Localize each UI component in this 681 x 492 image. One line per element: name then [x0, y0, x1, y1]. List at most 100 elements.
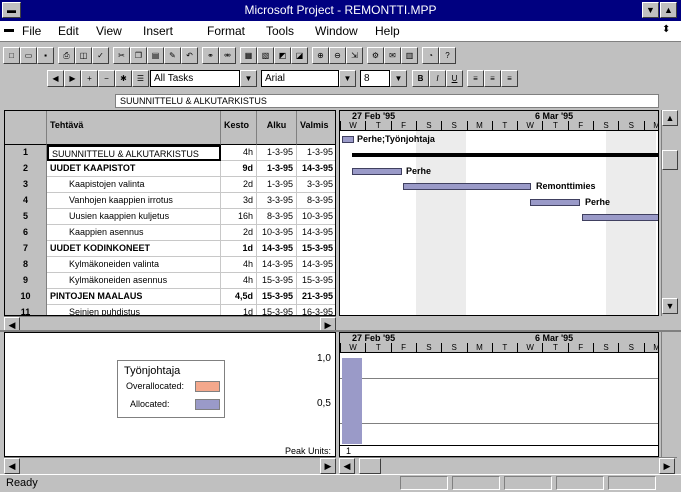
- format-painter-icon[interactable]: ✎: [164, 47, 181, 64]
- summary-bar-2[interactable]: [352, 153, 658, 157]
- scroll-right-icon[interactable]: ▶: [320, 458, 336, 474]
- finish-cell[interactable]: 1-3-95: [297, 145, 335, 161]
- table-row[interactable]: 4 Vanhojen kaappien irrotus 3d 3-3-95 8-3-95: [5, 193, 335, 209]
- start-cell[interactable]: 15-3-95: [257, 273, 297, 289]
- notes-icon[interactable]: ▧: [257, 47, 274, 64]
- menu-view[interactable]: View: [96, 24, 122, 38]
- finish-cell[interactable]: 21-3-95: [297, 289, 335, 305]
- undo-icon[interactable]: ↶: [181, 47, 198, 64]
- zoom-out-icon[interactable]: ⊖: [329, 47, 346, 64]
- align-right-icon[interactable]: ≡: [501, 70, 518, 87]
- duration-cell[interactable]: 4h: [221, 145, 257, 161]
- gantt-vertical-scrollbar[interactable]: ▲ ▼: [661, 110, 678, 316]
- outdent-icon[interactable]: ◀: [47, 70, 64, 87]
- row-number[interactable]: 9: [5, 273, 47, 289]
- resource-histogram[interactable]: 27 Feb '95 6 Mar '95 WTFSSMTWTFSSM 1: [339, 332, 659, 457]
- filter-select[interactable]: All Tasks: [150, 70, 240, 87]
- col-header-duration[interactable]: Kesto: [221, 111, 257, 145]
- finish-cell[interactable]: 15-3-95: [297, 241, 335, 257]
- maximize-icon[interactable]: ▲: [660, 2, 677, 18]
- start-cell[interactable]: 1-3-95: [257, 145, 297, 161]
- save-icon[interactable]: ▪: [37, 47, 54, 64]
- duration-cell[interactable]: 1d: [221, 241, 257, 257]
- gantt-bar-6[interactable]: [582, 214, 658, 221]
- task-name-cell[interactable]: PINTOJEN MAALAUS: [47, 289, 221, 305]
- start-cell[interactable]: 15-3-95: [257, 305, 297, 315]
- font-size-select[interactable]: 8: [360, 70, 390, 87]
- gantt-bar-1[interactable]: [342, 136, 354, 143]
- table-row[interactable]: 9 Kylmäkoneiden asennus 4h 15-3-95 15-3-95: [5, 273, 335, 289]
- filter-dropdown-icon[interactable]: ▼: [240, 70, 257, 87]
- row-number[interactable]: 4: [5, 193, 47, 209]
- row-number[interactable]: 7: [5, 241, 47, 257]
- doc-control-icon[interactable]: ▬: [4, 24, 14, 35]
- menu-window[interactable]: Window: [315, 24, 358, 38]
- task-name-cell[interactable]: Uusien kaappien kuljetus: [47, 209, 221, 225]
- duration-cell[interactable]: 1d: [221, 305, 257, 315]
- link-icon[interactable]: ⚭: [202, 47, 219, 64]
- paste-icon[interactable]: ▤: [147, 47, 164, 64]
- finish-cell[interactable]: 14-3-95: [297, 225, 335, 241]
- histogram-horizontal-scrollbar[interactable]: ◀ ▶: [339, 457, 677, 474]
- gantt-bar-5[interactable]: [530, 199, 580, 206]
- col-header-finish[interactable]: Valmis: [297, 111, 335, 145]
- task-name-cell[interactable]: Vanhojen kaappien irrotus: [47, 193, 221, 209]
- table-row[interactable]: 6 Kaappien asennus 2d 10-3-95 14-3-95: [5, 225, 335, 241]
- scroll-right-icon[interactable]: ▶: [659, 458, 675, 474]
- split-icon[interactable]: ◩: [274, 47, 291, 64]
- row-number[interactable]: 6: [5, 225, 47, 241]
- table-row[interactable]: 2 UUDET KAAPISTOT 9d 1-3-95 14-3-95: [5, 161, 335, 177]
- menu-file[interactable]: File: [22, 24, 41, 38]
- gantt-bar-4[interactable]: [403, 183, 531, 190]
- outline-icon[interactable]: ☰: [132, 70, 149, 87]
- table-row[interactable]: 5 Uusien kaappien kuljetus 16h 8-3-95 10-3-9…: [5, 209, 335, 225]
- row-number[interactable]: 11: [5, 305, 47, 315]
- hide-subtasks-icon[interactable]: −: [98, 70, 115, 87]
- scroll-thumb[interactable]: [662, 150, 678, 170]
- scroll-down-icon[interactable]: ▼: [662, 298, 678, 314]
- goto-task-icon[interactable]: ⇲: [346, 47, 363, 64]
- gantt-bar-3[interactable]: [352, 168, 402, 175]
- menu-format[interactable]: Format: [207, 24, 245, 38]
- duration-cell[interactable]: 9d: [221, 161, 257, 177]
- gantt-wizard-icon[interactable]: ⚙: [367, 47, 384, 64]
- finish-cell[interactable]: 15-3-95: [297, 273, 335, 289]
- lower-left-scrollbar[interactable]: ◀ ▶: [4, 457, 336, 474]
- cut-icon[interactable]: ✂: [113, 47, 130, 64]
- font-select[interactable]: Arial: [261, 70, 339, 87]
- row-number[interactable]: 1: [5, 145, 47, 161]
- tip-wizard-icon[interactable]: ◔: [422, 47, 439, 64]
- table-row[interactable]: 11 Seinien puhdistus 1d 15-3-95 16-3-95: [5, 305, 335, 315]
- finish-cell[interactable]: 8-3-95: [297, 193, 335, 209]
- print-icon[interactable]: ⎙: [58, 47, 75, 64]
- show-subtasks-icon[interactable]: +: [81, 70, 98, 87]
- col-header-name[interactable]: Tehtävä: [47, 111, 221, 145]
- col-header-start[interactable]: Alku: [257, 111, 297, 145]
- finish-cell[interactable]: 14-3-95: [297, 257, 335, 273]
- gantt-chart[interactable]: 27 Feb '95 6 Mar '95 WTFSSMTWTFSSM Perhe…: [339, 110, 659, 316]
- table-row[interactable]: 3 Kaapistojen valinta 2d 1-3-95 3-3-95: [5, 177, 335, 193]
- task-name-cell[interactable]: Seinien puhdistus: [47, 305, 221, 315]
- menu-edit[interactable]: Edit: [58, 24, 79, 38]
- table-row[interactable]: 1 SUUNNITTELU & ALKUTARKISTUS 4h 1-3-95 1-3-…: [5, 145, 335, 161]
- bold-button[interactable]: B: [412, 70, 429, 87]
- start-cell[interactable]: 14-3-95: [257, 241, 297, 257]
- table-row[interactable]: 8 Kylmäkoneiden valinta 4h 14-3-95 14-3-95: [5, 257, 335, 273]
- size-dropdown-icon[interactable]: ▼: [390, 70, 407, 87]
- spelling-icon[interactable]: ✓: [92, 47, 109, 64]
- scroll-left-icon[interactable]: ◀: [339, 458, 355, 474]
- new-icon[interactable]: □: [3, 47, 20, 64]
- allocated-bar[interactable]: [342, 358, 362, 444]
- duration-cell[interactable]: 4h: [221, 273, 257, 289]
- underline-button[interactable]: U: [446, 70, 463, 87]
- task-name-cell[interactable]: UUDET KAAPISTOT: [47, 161, 221, 177]
- row-number[interactable]: 10: [5, 289, 47, 305]
- row-header-corner[interactable]: [5, 111, 47, 145]
- task-name-cell[interactable]: Kaapistojen valinta: [47, 177, 221, 193]
- copy-icon[interactable]: ❐: [130, 47, 147, 64]
- workgroup-icon[interactable]: ✉: [384, 47, 401, 64]
- duration-cell[interactable]: 3d: [221, 193, 257, 209]
- unlink-icon[interactable]: ⚮: [219, 47, 236, 64]
- start-cell[interactable]: 8-3-95: [257, 209, 297, 225]
- scroll-thumb[interactable]: [359, 458, 381, 474]
